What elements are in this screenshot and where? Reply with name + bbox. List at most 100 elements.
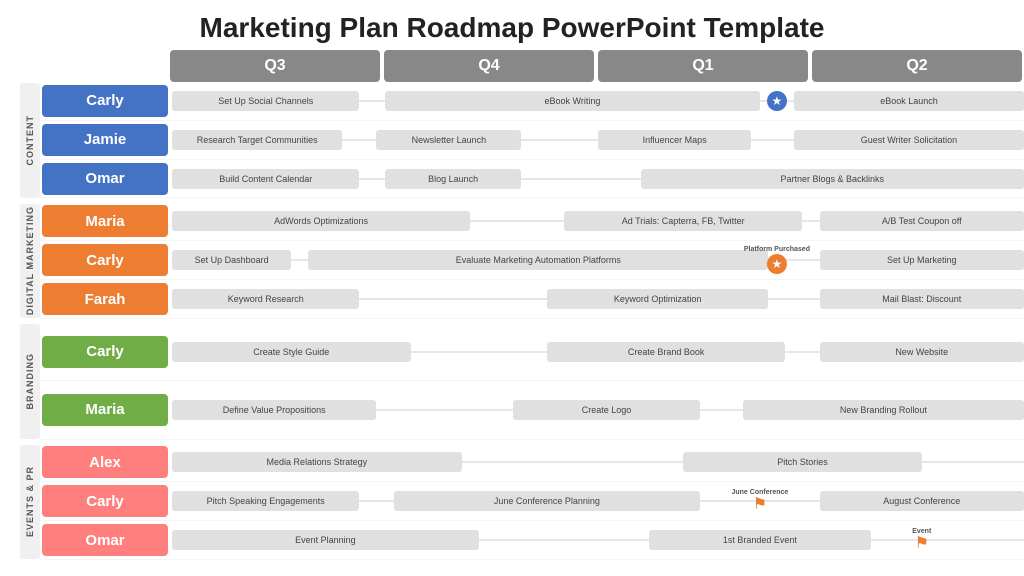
milestone-label-1-1-0: Platform Purchased bbox=[744, 246, 810, 253]
bar-1-0-2: A/B Test Coupon off bbox=[820, 211, 1024, 231]
gantt-row-0-0: Set Up Social Channels eBook Writing eBook… bbox=[172, 82, 1024, 120]
gantt-row-1-1: Set Up Dashboard Evaluate Marketing Autom… bbox=[172, 241, 1024, 279]
section-digital-marketing: Digital Marketing MariaAdWords Optimizati… bbox=[20, 203, 1024, 320]
row-3-0: AlexMedia Relations StrategyPitch Storie… bbox=[40, 444, 1024, 483]
section-rows-2: CarlyCreate Style Guide Create Brand Book… bbox=[40, 323, 1024, 440]
bar-2-1-1: Create Logo bbox=[513, 400, 700, 420]
name-box-0-1: Jamie bbox=[42, 124, 168, 156]
bar-3-1-1: June Conference Planning bbox=[394, 491, 701, 511]
section-labels-col bbox=[0, 84, 20, 560]
section-label-text-1: Digital Marketing bbox=[25, 206, 35, 315]
bar-3-2-1: 1st Branded Event bbox=[649, 530, 871, 550]
milestone-1-1-0: Platform Purchased★ bbox=[744, 246, 810, 274]
quarter-q1: Q1 bbox=[598, 50, 808, 82]
section-branding: Branding CarlyCreate Style Guide Create Br… bbox=[20, 323, 1024, 440]
name-box-1-2: Farah bbox=[42, 283, 168, 315]
milestone-flag-3-1-0: ⚑ bbox=[753, 497, 767, 513]
gantt-row-2-0: Create Style Guide Create Brand Book New W… bbox=[172, 323, 1024, 380]
section-events-&-pr: Events & PR AlexMedia Relations StrategyP… bbox=[20, 444, 1024, 561]
bar-1-0-0: AdWords Optimizations bbox=[172, 211, 470, 231]
bar-3-1-0: Pitch Speaking Engagements bbox=[172, 491, 359, 511]
page-title: Marketing Plan Roadmap PowerPoint Templa… bbox=[0, 0, 1024, 50]
bar-2-0-1: Create Brand Book bbox=[547, 342, 786, 362]
name-box-3-1: Carly bbox=[42, 485, 168, 517]
quarter-q2: Q2 bbox=[812, 50, 1022, 82]
gantt-row-0-2: Build Content CalendarBlog LaunchPartner… bbox=[172, 160, 1024, 198]
quarter-q4: Q4 bbox=[384, 50, 594, 82]
bar-3-0-1: Pitch Stories bbox=[683, 452, 922, 472]
section-content: Content CarlySet Up Social Channels eBook … bbox=[20, 82, 1024, 199]
bar-0-2-0: Build Content Calendar bbox=[172, 169, 359, 189]
row-3-1: CarlyPitch Speaking Engagements June Conf… bbox=[40, 482, 1024, 521]
gantt-row-3-0: Media Relations Strategy Pitch Stories bbox=[172, 444, 1024, 482]
row-1-2: FarahKeyword Research Keyword Optimizatio… bbox=[40, 280, 1024, 319]
row-3-2: OmarEvent Planning1st Branded EventEvent… bbox=[40, 521, 1024, 560]
bar-0-2-1: Blog Launch bbox=[385, 169, 521, 189]
gantt-row-3-1: Pitch Speaking Engagements June Conferenc… bbox=[172, 482, 1024, 520]
row-0-1: JamieResearch Target Communities Newslett… bbox=[40, 121, 1024, 160]
bar-0-1-1: Newsletter Launch bbox=[376, 130, 521, 150]
milestone-label-3-2-0: Event bbox=[912, 528, 931, 535]
name-box-0-2: Omar bbox=[42, 163, 168, 195]
section-label-text-0: Content bbox=[25, 115, 35, 166]
quarter-q3: Q3 bbox=[170, 50, 380, 82]
bar-1-2-0: Keyword Research bbox=[172, 289, 359, 309]
gantt-row-3-2: Event Planning 1st Branded Event Event⚑ bbox=[172, 521, 1024, 559]
milestone-3-1-0: June Conference⚑ bbox=[731, 489, 788, 513]
bar-2-1-0: Define Value Propositions bbox=[172, 400, 376, 420]
section-label-text-3: Events & PR bbox=[25, 466, 35, 537]
gantt-row-2-1: Define Value Propositions Create Logo New … bbox=[172, 381, 1024, 438]
row-1-0: MariaAdWords Optimizations Ad Trials: Cap… bbox=[40, 203, 1024, 242]
bar-3-2-0: Event Planning bbox=[172, 530, 479, 550]
quarter-headers: Q3 Q4 Q1 Q2 bbox=[168, 50, 1024, 82]
bar-0-1-0: Research Target Communities bbox=[172, 130, 342, 150]
rows-container: ContentCarlySet Up Social ChannelseBook … bbox=[20, 82, 1024, 560]
bar-1-2-2: Mail Blast: Discount bbox=[820, 289, 1024, 309]
row-0-0: CarlySet Up Social Channels eBook Writing… bbox=[40, 82, 1024, 121]
name-box-1-0: Maria bbox=[42, 205, 168, 237]
bar-1-0-1: Ad Trials: Capterra, FB, Twitter bbox=[564, 211, 803, 231]
milestone-star-orange-1-1-0: ★ bbox=[767, 254, 787, 274]
bar-2-0-2: New Website bbox=[820, 342, 1024, 362]
bar-2-0-0: Create Style Guide bbox=[172, 342, 411, 362]
roadmap-container: Q3 Q4 Q1 Q2 ContentCarlySet Up Social Ch… bbox=[0, 50, 1024, 560]
gantt-row-1-0: AdWords Optimizations Ad Trials: Capterra… bbox=[172, 203, 1024, 241]
gantt-row-0-1: Research Target Communities Newsletter La… bbox=[172, 121, 1024, 159]
main-grid: Q3 Q4 Q1 Q2 ContentCarlySet Up Social Ch… bbox=[20, 50, 1024, 560]
bar-0-1-2: Influencer Maps bbox=[598, 130, 751, 150]
bar-0-0-0: Set Up Social Channels bbox=[172, 91, 359, 111]
section-label-3: Events & PR bbox=[20, 445, 40, 560]
milestone-0-0-0: ★ bbox=[767, 91, 787, 111]
section-label-text-2: Branding bbox=[25, 353, 35, 410]
section-label-1: Digital Marketing bbox=[20, 204, 40, 319]
bar-1-1-2: Set Up Marketing bbox=[820, 250, 1024, 270]
bar-0-1-3: Guest Writer Solicitation bbox=[794, 130, 1024, 150]
name-box-0-0: Carly bbox=[42, 85, 168, 117]
bar-2-1-2: New Branding Rollout bbox=[743, 400, 1024, 420]
row-0-2: OmarBuild Content CalendarBlog LaunchPar… bbox=[40, 160, 1024, 199]
section-label-0: Content bbox=[20, 83, 40, 198]
milestone-star-blue-0-0-0: ★ bbox=[767, 91, 787, 111]
section-rows-3: AlexMedia Relations StrategyPitch Storie… bbox=[40, 444, 1024, 561]
milestone-label-3-1-0: June Conference bbox=[731, 489, 788, 496]
bar-3-1-2: August Conference bbox=[820, 491, 1024, 511]
row-1-1: CarlySet Up Dashboard Evaluate Marketing … bbox=[40, 241, 1024, 280]
bar-0-0-2: eBook Launch bbox=[794, 91, 1024, 111]
bar-1-1-1: Evaluate Marketing Automation Platforms bbox=[308, 250, 768, 270]
section-rows-1: MariaAdWords Optimizations Ad Trials: Cap… bbox=[40, 203, 1024, 320]
section-label-2: Branding bbox=[20, 324, 40, 439]
name-box-2-1: Maria bbox=[42, 394, 168, 426]
row-2-1: MariaDefine Value Propositions Create Log… bbox=[40, 381, 1024, 439]
gantt-row-1-2: Keyword Research Keyword Optimization Mail… bbox=[172, 280, 1024, 318]
bar-1-2-1: Keyword Optimization bbox=[547, 289, 769, 309]
bar-1-1-0: Set Up Dashboard bbox=[172, 250, 291, 270]
bar-0-0-1: eBook Writing bbox=[385, 91, 760, 111]
bar-3-0-0: Media Relations Strategy bbox=[172, 452, 462, 472]
name-box-2-0: Carly bbox=[42, 336, 168, 368]
section-rows-0: CarlySet Up Social Channels eBook Writing… bbox=[40, 82, 1024, 199]
name-box-3-2: Omar bbox=[42, 524, 168, 556]
milestone-flag-3-2-0: ⚑ bbox=[915, 536, 929, 552]
row-2-0: CarlyCreate Style Guide Create Brand Book… bbox=[40, 323, 1024, 381]
name-box-1-1: Carly bbox=[42, 244, 168, 276]
milestone-3-2-0: Event⚑ bbox=[912, 528, 931, 552]
